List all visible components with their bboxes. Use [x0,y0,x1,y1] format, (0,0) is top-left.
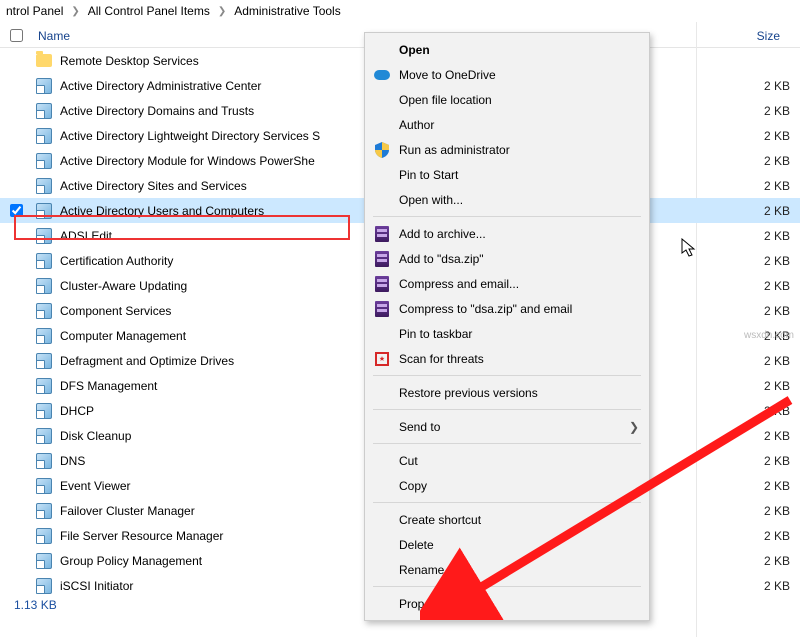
chevron-right-icon: ❯ [629,420,639,434]
menu-open-with[interactable]: Open with... [365,187,649,212]
menu-cut[interactable]: Cut [365,448,649,473]
shortcut-icon [36,253,52,269]
breadcrumb[interactable]: ntrol Panel ❯ All Control Panel Items ❯ … [0,0,800,22]
item-size: 2 KB [740,79,800,93]
shortcut-icon [36,553,52,569]
item-size: 2 KB [740,429,800,443]
chevron-right-icon: ❯ [218,6,226,17]
shortcut-icon [36,228,52,244]
breadcrumb-part[interactable]: Administrative Tools [234,4,341,18]
item-size: 2 KB [740,104,800,118]
menu-separator [373,502,641,503]
shortcut-icon [36,453,52,469]
item-size: 2 KB [740,379,800,393]
item-size: 2 KB [740,529,800,543]
item-size: 2 KB [740,554,800,568]
shortcut-icon [36,328,52,344]
menu-create-shortcut[interactable]: Create shortcut [365,507,649,532]
menu-send-to[interactable]: Send to❯ [365,414,649,439]
shortcut-icon [36,378,52,394]
shortcut-icon [36,528,52,544]
menu-separator [373,409,641,410]
shortcut-icon [36,78,52,94]
item-size: 2 KB [740,304,800,318]
shortcut-icon [36,303,52,319]
item-size: 2 KB [740,179,800,193]
shield-icon [375,142,389,158]
breadcrumb-part[interactable]: ntrol Panel [6,4,63,18]
item-size: 2 KB [740,279,800,293]
menu-separator [373,375,641,376]
winrar-icon [375,276,389,292]
item-size: 2 KB [740,254,800,268]
shortcut-icon [36,428,52,444]
shortcut-icon [36,103,52,119]
shortcut-icon [36,203,52,219]
menu-copy[interactable]: Copy [365,473,649,498]
shortcut-icon [36,128,52,144]
menu-separator [373,216,641,217]
menu-open-location[interactable]: Open file location [365,87,649,112]
shortcut-icon [36,478,52,494]
menu-compress-dsa-email[interactable]: Compress to "dsa.zip" and email [365,296,649,321]
item-size: 2 KB [740,154,800,168]
menu-run-admin[interactable]: Run as administrator [365,137,649,162]
menu-move-onedrive[interactable]: Move to OneDrive [365,62,649,87]
item-size: 2 KB [740,579,800,593]
menu-delete[interactable]: Delete [365,532,649,557]
row-checkbox[interactable] [10,204,23,217]
shortcut-icon [36,153,52,169]
menu-add-archive[interactable]: Add to archive... [365,221,649,246]
chevron-right-icon: ❯ [71,6,79,17]
watermark: wsxdn.com [744,330,794,341]
column-size[interactable]: Size [730,29,790,43]
breadcrumb-part[interactable]: All Control Panel Items [88,4,210,18]
shortcut-icon [36,278,52,294]
item-size: 2 KB [740,454,800,468]
select-all-checkbox[interactable] [10,29,23,42]
menu-compress-email[interactable]: Compress and email... [365,271,649,296]
onedrive-icon [374,70,390,80]
item-size: 2 KB [740,404,800,418]
item-size: 2 KB [740,479,800,493]
menu-open[interactable]: Open [365,37,649,62]
menu-scan-threats[interactable]: Scan for threats [365,346,649,371]
menu-rename[interactable]: Rename [365,557,649,582]
shortcut-icon [36,578,52,594]
item-size: 2 KB [740,229,800,243]
menu-separator [373,586,641,587]
item-size: 2 KB [740,504,800,518]
menu-restore-versions[interactable]: Restore previous versions [365,380,649,405]
status-text: 1.13 KB [14,598,57,612]
item-size: 2 KB [740,354,800,368]
item-size: 2 KB [740,129,800,143]
winrar-icon [375,226,389,242]
menu-separator [373,443,641,444]
column-name[interactable]: Name [34,29,70,43]
antivirus-icon [375,352,389,366]
menu-author[interactable]: Author [365,112,649,137]
menu-pin-start[interactable]: Pin to Start [365,162,649,187]
menu-add-dsazip[interactable]: Add to "dsa.zip" [365,246,649,271]
status-bar: 1.13 KB [0,594,800,616]
folder-icon [36,54,52,67]
shortcut-icon [36,403,52,419]
context-menu: Open Move to OneDrive Open file location… [364,32,650,621]
winrar-icon [375,301,389,317]
menu-pin-taskbar[interactable]: Pin to taskbar [365,321,649,346]
shortcut-icon [36,178,52,194]
item-size: 2 KB [740,204,800,218]
shortcut-icon [36,503,52,519]
shortcut-icon [36,353,52,369]
winrar-icon [375,251,389,267]
